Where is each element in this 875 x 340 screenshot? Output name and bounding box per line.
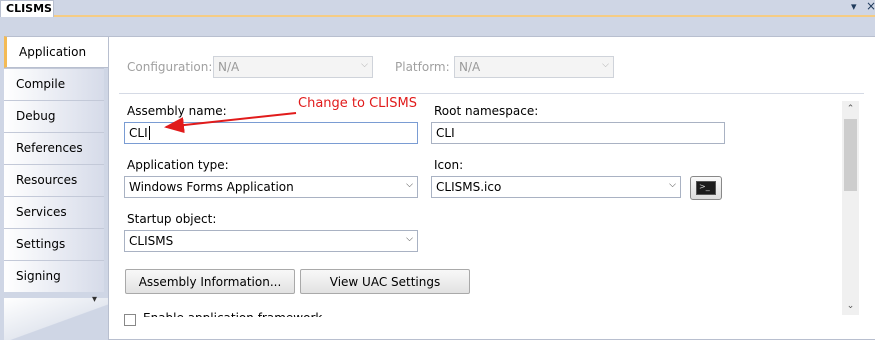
- assembly-name-value: CLI: [129, 126, 148, 140]
- sidebar-item-references[interactable]: References: [4, 132, 104, 164]
- startup-object-value: CLISMS: [129, 234, 174, 248]
- sidebar-item-signing[interactable]: Signing: [4, 260, 104, 292]
- sidebar-item-services[interactable]: Services: [4, 196, 104, 228]
- more-tabs-icon[interactable]: ▾: [92, 294, 97, 305]
- sidebar-item-resources[interactable]: Resources: [4, 164, 104, 196]
- assembly-information-button[interactable]: Assembly Information...: [125, 269, 295, 294]
- chevron-down-icon: ⌵: [669, 180, 676, 190]
- configuration-label: Configuration:: [127, 60, 213, 74]
- sidebar-item-settings[interactable]: Settings: [4, 228, 104, 260]
- chevron-down-icon: ⌵: [406, 180, 413, 190]
- platform-value: N/A: [459, 60, 481, 74]
- chevron-down-icon: ⌵: [406, 234, 413, 244]
- scroll-up-icon[interactable]: ⌃: [842, 101, 859, 118]
- assembly-name-label: Assembly name:: [127, 104, 227, 118]
- chevron-down-icon: ⌵: [361, 60, 368, 70]
- platform-select[interactable]: N/A ⌵: [454, 56, 614, 78]
- icon-label: Icon:: [434, 158, 464, 172]
- application-type-label: Application type:: [127, 158, 229, 172]
- configuration-value: N/A: [218, 60, 240, 74]
- enable-framework-label: Enable application framework: [143, 311, 323, 325]
- root-namespace-label: Root namespace:: [434, 104, 539, 118]
- configuration-select[interactable]: N/A ⌵: [213, 56, 373, 78]
- root-namespace-value: CLI: [436, 126, 455, 140]
- annotation-text: Change to CLISMS: [298, 96, 417, 111]
- platform-label: Platform:: [395, 60, 450, 74]
- document-tab[interactable]: CLISMS: [0, 0, 54, 17]
- section-divider: [119, 93, 864, 94]
- sidebar-item-debug[interactable]: Debug: [4, 100, 104, 132]
- chevron-down-icon: ⌵: [602, 60, 609, 70]
- vertical-scrollbar[interactable]: ⌃ ⌄: [842, 101, 859, 315]
- root-namespace-input[interactable]: CLI: [431, 122, 725, 144]
- view-uac-settings-button[interactable]: View UAC Settings: [300, 269, 470, 294]
- property-sidebar: Application Compile Debug References Res…: [4, 36, 108, 340]
- application-panel: Configuration: N/A ⌵ Platform: N/A ⌵ Ass…: [108, 36, 875, 340]
- icon-value: CLISMS.ico: [436, 180, 502, 194]
- application-type-select[interactable]: Windows Forms Application ⌵: [124, 176, 418, 198]
- assembly-name-input[interactable]: CLI: [124, 122, 418, 144]
- tab-dropdown-icon[interactable]: ▾: [851, 0, 857, 13]
- close-icon[interactable]: ×: [866, 0, 875, 13]
- scrollbar-thumb[interactable]: [844, 119, 857, 191]
- enable-framework-checkbox[interactable]: [124, 314, 136, 326]
- console-window-icon: >_: [690, 176, 722, 200]
- sidebar-item-compile[interactable]: Compile: [4, 68, 104, 100]
- document-tab-strip: CLISMS ▾ ×: [0, 0, 875, 17]
- scroll-down-icon[interactable]: ⌄: [842, 298, 859, 315]
- startup-object-label: Startup object:: [127, 212, 217, 226]
- sidebar-item-application[interactable]: Application: [4, 36, 108, 68]
- icon-select[interactable]: CLISMS.ico ⌵: [431, 176, 681, 198]
- application-type-value: Windows Forms Application: [129, 180, 294, 194]
- startup-object-select[interactable]: CLISMS ⌵: [124, 230, 418, 252]
